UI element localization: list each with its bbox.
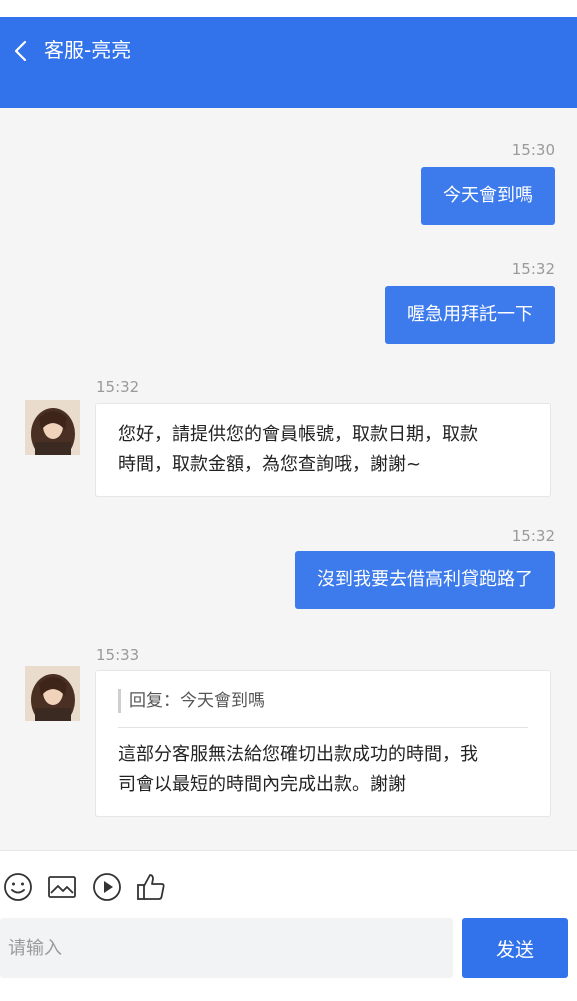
message-timestamp: 15:30 (511, 141, 555, 159)
send-button[interactable]: 发送 (462, 918, 568, 978)
message-input[interactable] (0, 918, 453, 978)
message-timestamp: 15:32 (96, 378, 140, 396)
outgoing-message-bubble[interactable]: 喔急用拜託一下 (385, 286, 555, 344)
message-line: 這部分客服無法給您確切出款成功的時間，我 (118, 744, 478, 765)
thumbs-up-icon[interactable] (135, 871, 167, 903)
chat-title: 客服-亮亮 (44, 38, 132, 62)
video-play-icon[interactable] (91, 871, 123, 903)
message-line: 司會以最短的時間內完成出款。謝謝 (118, 774, 406, 795)
composer-toolbar: 发送 (0, 850, 577, 1001)
agent-avatar[interactable] (25, 666, 80, 721)
outgoing-message-bubble[interactable]: 今天會到嗎 (421, 167, 555, 225)
message-timestamp: 15:33 (96, 646, 140, 664)
reply-divider (118, 727, 528, 728)
header-bar: 客服-亮亮 (0, 17, 577, 108)
image-icon[interactable] (46, 871, 78, 903)
incoming-message-bubble[interactable]: 您好，請提供您的會員帳號，取款日期，取款 時間，取款金額，為您查詢哦，謝謝~ (95, 403, 551, 497)
back-chevron-icon[interactable] (12, 39, 32, 63)
status-bar (0, 0, 577, 17)
message-line: 您好，請提供您的會員帳號，取款日期，取款 (118, 424, 478, 445)
message-timestamp: 15:32 (511, 260, 555, 278)
reply-quote: 回复：今天會到嗎 (118, 689, 528, 713)
message-line: 時間，取款金額，為您查詢哦，謝謝~ (118, 454, 422, 475)
message-timestamp: 15:32 (511, 527, 555, 545)
outgoing-message-bubble[interactable]: 沒到我要去借高利貸跑路了 (295, 551, 555, 609)
incoming-message-bubble[interactable]: 回复：今天會到嗎 這部分客服無法給您確切出款成功的時間，我 司會以最短的時間內完… (95, 670, 551, 817)
smiley-icon[interactable] (2, 871, 34, 903)
chat-area[interactable]: 15:30 今天會到嗎 15:32 喔急用拜託一下 15:32 您好，請提供您的… (0, 108, 577, 850)
agent-avatar[interactable] (25, 400, 80, 455)
